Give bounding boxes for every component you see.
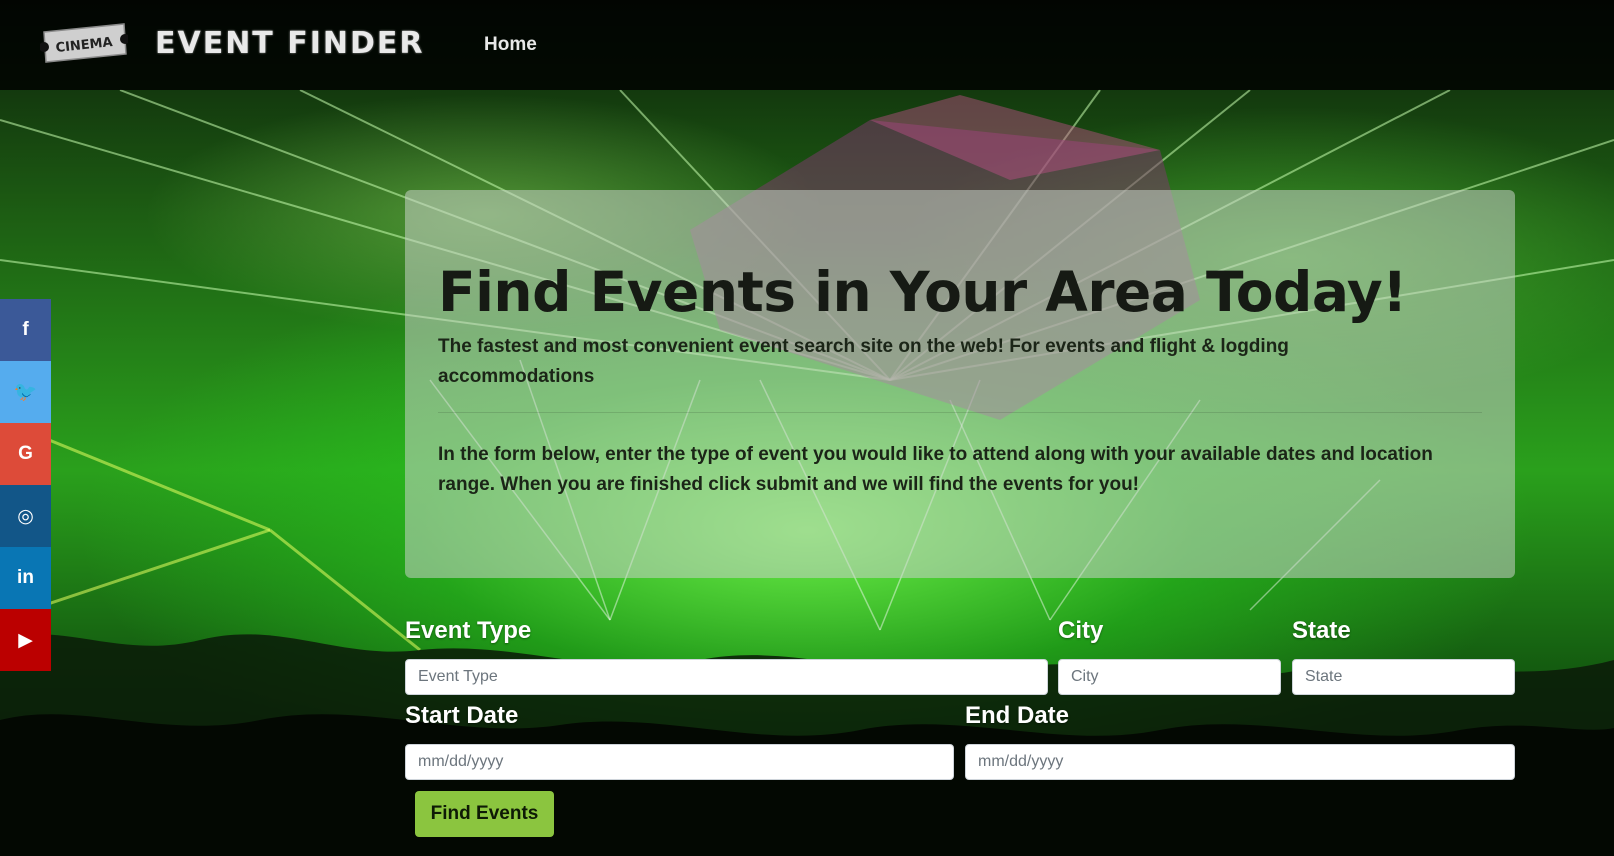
state-label: State (1292, 617, 1351, 644)
end-date-input[interactable] (965, 744, 1515, 780)
start-date-label: Start Date (405, 702, 519, 729)
hero-intro: In the form below, enter the type of eve… (438, 444, 1433, 495)
brand-title[interactable]: EVENT FINDER (155, 26, 424, 61)
event-type-label: Event Type (405, 617, 532, 644)
social-share-bar: f 🐦 G ◎ in ▶ (0, 299, 51, 671)
end-date-label: End Date (965, 702, 1070, 729)
find-events-button[interactable]: Find Events (415, 791, 554, 837)
hero-title: Find Events in Your Area Today! (438, 260, 1407, 324)
city-label: City (1058, 617, 1104, 644)
twitter-icon[interactable]: 🐦 (0, 361, 51, 423)
hero-jumbotron: Find Events in Your Area Today! The fast… (405, 190, 1515, 578)
ticket-icon: CINEMA (40, 23, 128, 63)
facebook-icon[interactable]: f (0, 299, 51, 361)
hero-divider (438, 412, 1482, 413)
instagram-icon[interactable]: ◎ (0, 485, 51, 547)
linkedin-icon[interactable]: in (0, 547, 51, 609)
hero-lead: The fastest and most convenient event se… (438, 336, 1289, 387)
youtube-icon[interactable]: ▶ (0, 609, 51, 671)
state-input[interactable] (1292, 659, 1515, 695)
nav-home-link[interactable]: Home (484, 34, 537, 56)
start-date-input[interactable] (405, 744, 954, 780)
event-type-input[interactable] (405, 659, 1048, 695)
cinema-ticket-logo[interactable]: CINEMA (40, 20, 128, 66)
city-input[interactable] (1058, 659, 1281, 695)
google-icon[interactable]: G (0, 423, 51, 485)
top-navbar: CINEMA EVENT FINDER Home (0, 0, 1614, 90)
